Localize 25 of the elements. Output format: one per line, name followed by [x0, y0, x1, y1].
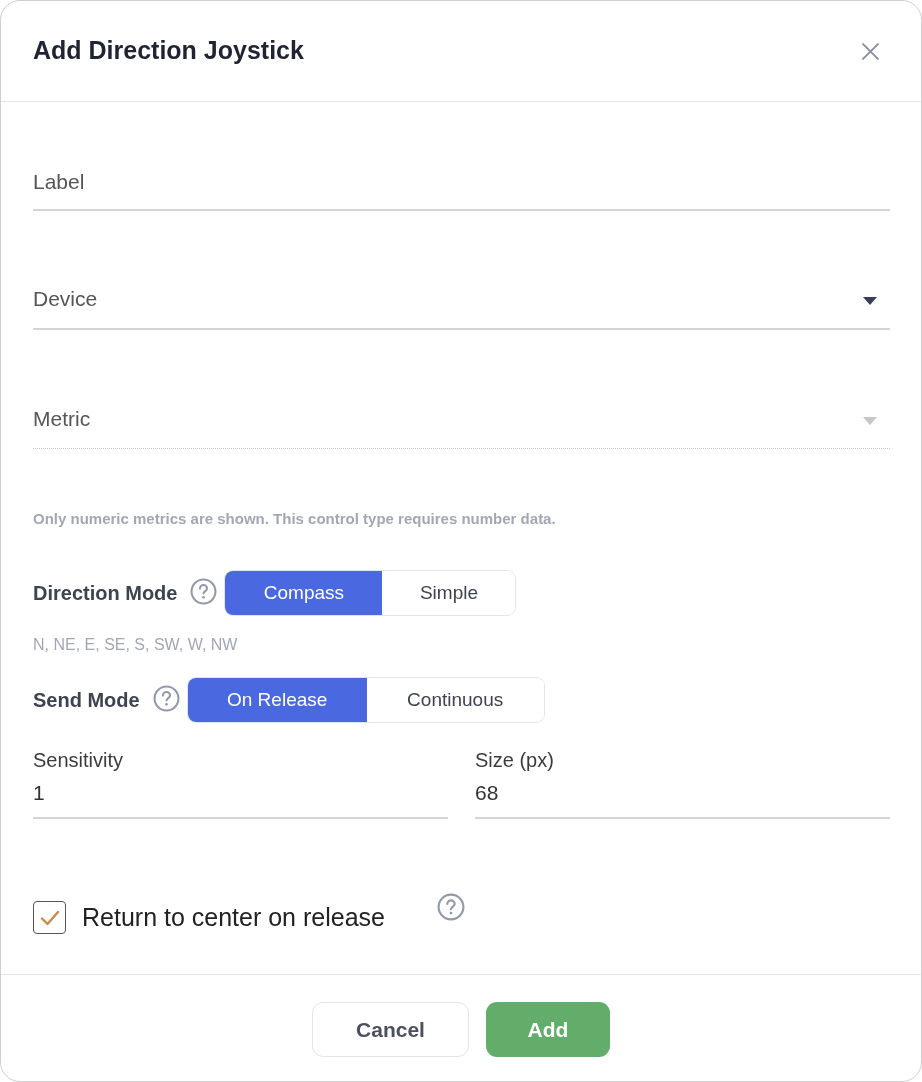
- segment-option[interactable]: On Release: [187, 678, 367, 722]
- select-placeholder: Metric: [33, 408, 91, 429]
- checkbox[interactable]: [33, 901, 66, 934]
- label-input-field[interactable]: Label: [33, 151, 890, 211]
- dialog-title: Add Direction Joystick: [33, 35, 304, 67]
- field-label: Sensitivity: [33, 748, 125, 773]
- mode-hint-text: N, NE, E, SE, S, SW, W, NW: [33, 635, 239, 655]
- dropdown-caret-icon: [863, 417, 877, 425]
- mode-label: Direction Mode: [33, 581, 178, 606]
- close-icon[interactable]: [862, 42, 879, 60]
- help-icon[interactable]: [190, 577, 218, 605]
- dropdown-caret-icon: [863, 297, 877, 305]
- select-placeholder: Device: [33, 288, 98, 309]
- checkbox-label: Return to center on release: [82, 902, 385, 933]
- checkmark-icon: [39, 909, 60, 926]
- select-field[interactable]: Device: [33, 270, 890, 330]
- number-input-field[interactable]: 1: [33, 775, 448, 819]
- help-icon[interactable]: [436, 893, 465, 921]
- number-input-field[interactable]: 68: [475, 775, 890, 819]
- cancel-button[interactable]: Cancel: [312, 1002, 469, 1057]
- metric-hint-text: Only numeric metrics are shown. This control type requires number data.: [33, 509, 557, 529]
- field-label: Size (px): [475, 748, 555, 773]
- mode-label: Send Mode: [33, 688, 140, 713]
- segment-option[interactable]: Compass: [225, 571, 383, 615]
- help-icon[interactable]: [152, 684, 180, 712]
